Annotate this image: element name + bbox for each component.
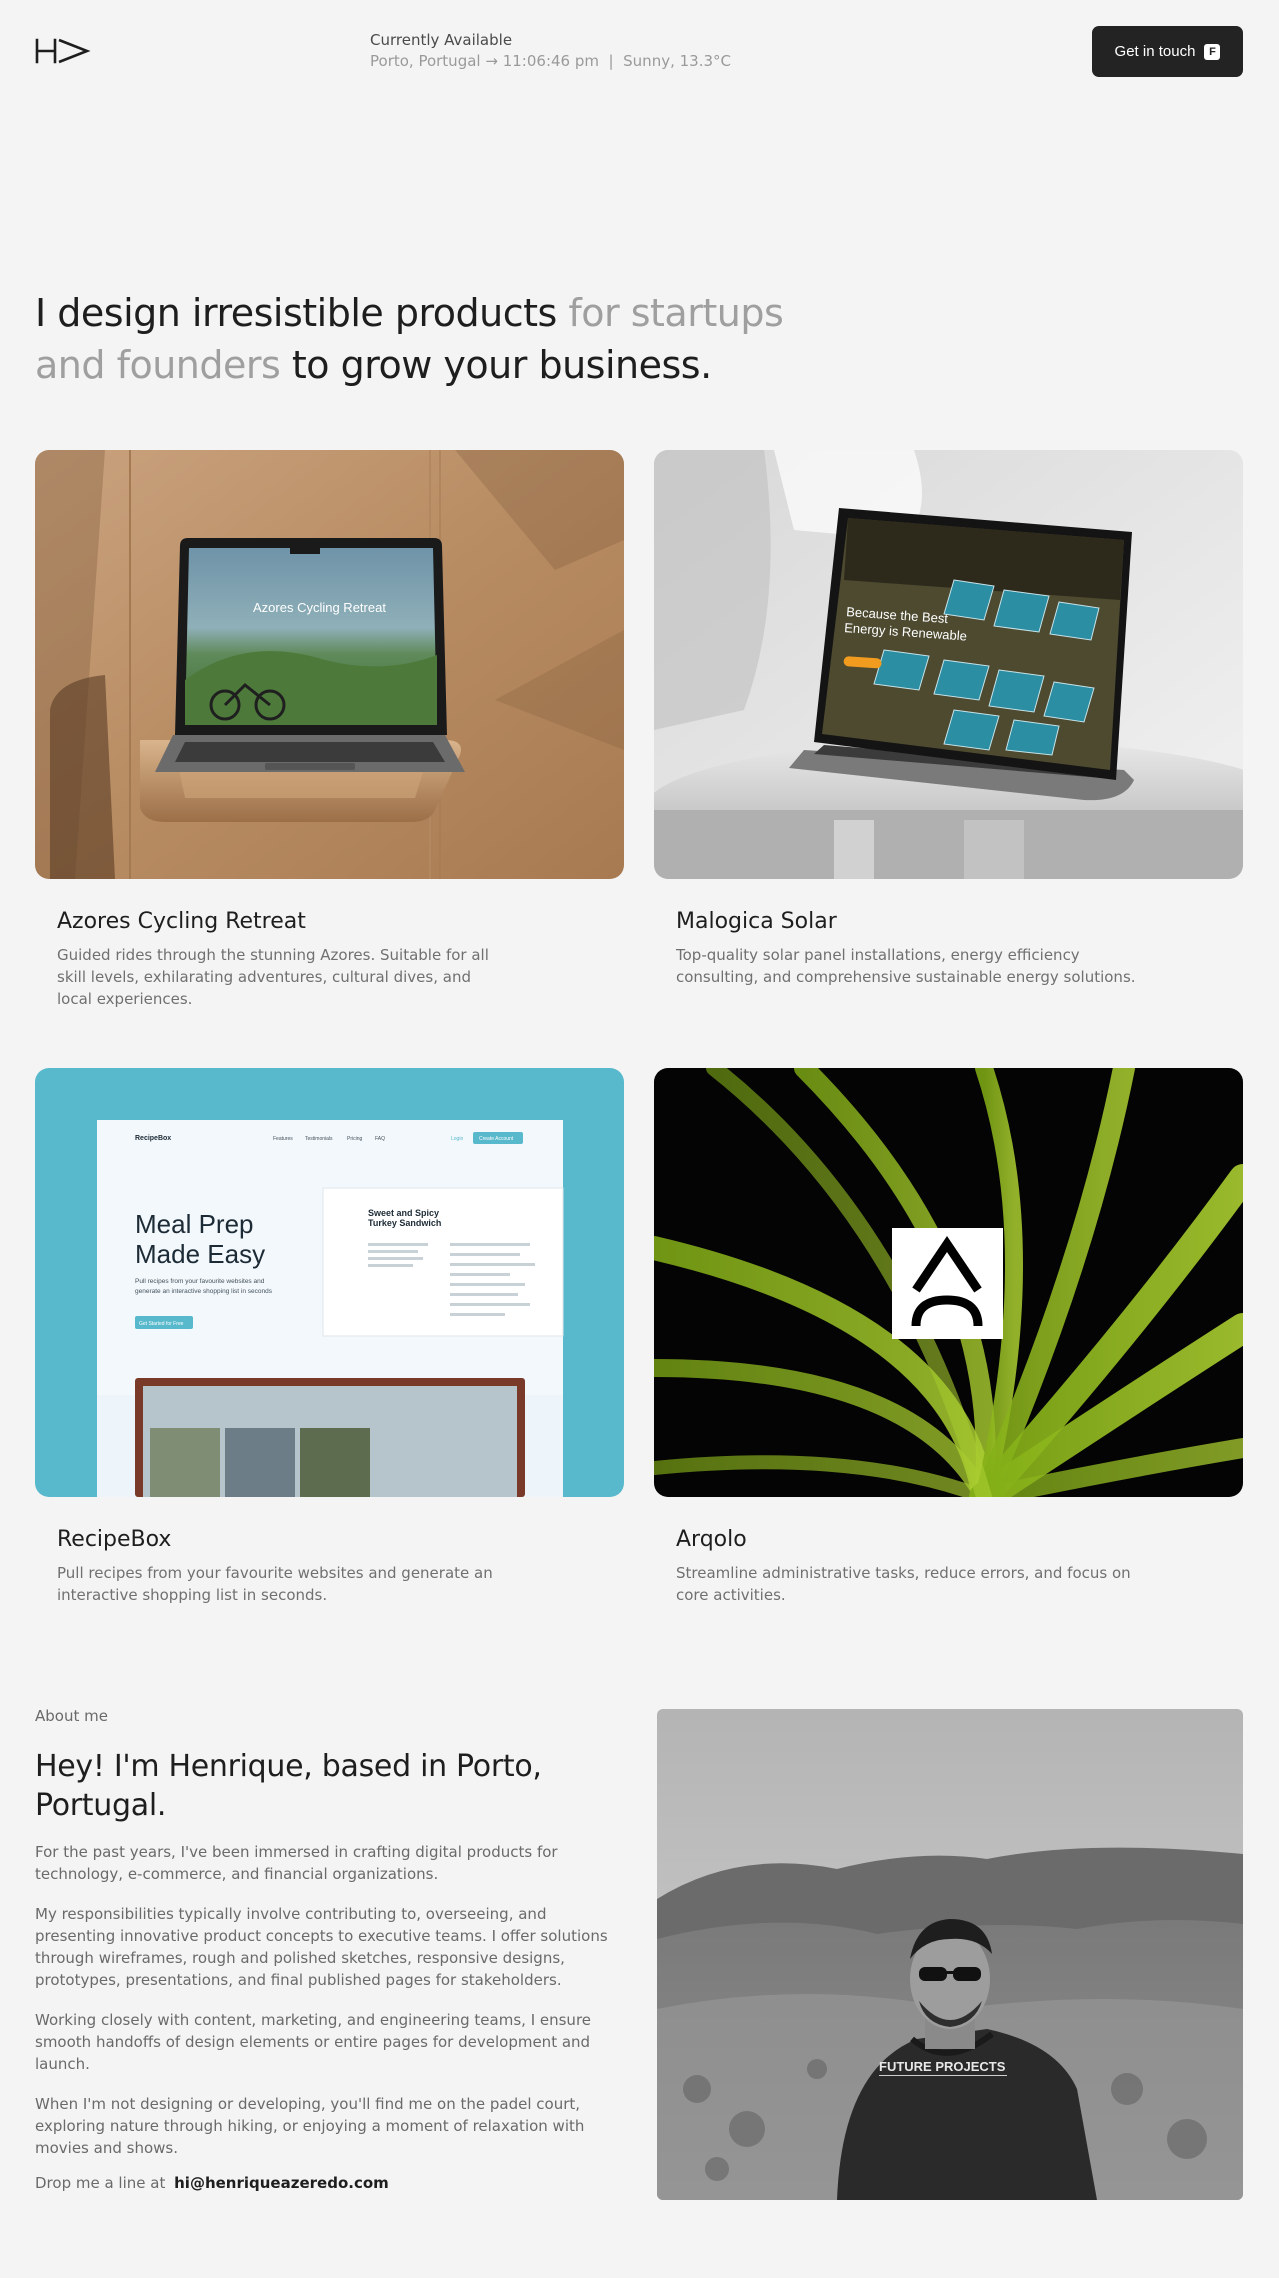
site-header: Currently Available Porto, Portugal → 11…: [0, 0, 1279, 100]
project-description: Pull recipes from your favourite website…: [57, 1564, 493, 1604]
recipebox-mock-recipe-2: Turkey Sandwich: [368, 1218, 441, 1228]
project-card-arqolo[interactable]: Arqolo Streamline administrative tasks, …: [654, 1068, 1243, 1606]
weather: Sunny, 13.3°C: [623, 52, 731, 70]
recipebox-mock-sub-2: generate an interactive shopping list in…: [135, 1288, 273, 1295]
project-description: Top-quality solar panel installations, e…: [676, 946, 1136, 986]
location: Porto, Portugal: [370, 52, 481, 70]
hero-headline: I design irresistible products for start…: [35, 287, 795, 391]
about-section: About me Hey! I'm Henrique, based in Por…: [35, 1707, 620, 2192]
about-paragraph-1: For the past years, I've been immersed i…: [35, 1843, 558, 1883]
email-link[interactable]: hi@henriqueazeredo.com: [174, 2174, 389, 2192]
project-card-azores[interactable]: Azores Cycling Retreat Azores Cycling Re…: [35, 450, 624, 1010]
about-paragraph-4: When I'm not designing or developing, yo…: [35, 2095, 585, 2157]
recipebox-mock-nav-3: Pricing: [347, 1136, 363, 1142]
about-label: About me: [35, 1707, 108, 1725]
availability-title: Currently Available: [370, 31, 513, 49]
recipebox-mock-nav-2: Testimonials: [305, 1136, 333, 1142]
hd-monogram-logo-icon[interactable]: [35, 36, 91, 66]
recipebox-mock-recipe-1: Sweet and Spicy: [368, 1208, 439, 1218]
contact-line: Drop me a line at hi@henriqueazeredo.com: [35, 2174, 620, 2192]
recipebox-mock-signup: Create Account: [479, 1136, 514, 1142]
local-time: 11:06:46 pm: [502, 52, 599, 70]
separator: |: [608, 52, 614, 70]
recipebox-mock-sub-1: Pull recipes from your favourite website…: [135, 1278, 265, 1285]
about-heading: Hey! I'm Henrique, based in Porto, Portu…: [35, 1749, 542, 1823]
arqolo-project-image[interactable]: [654, 1068, 1243, 1497]
project-title[interactable]: RecipeBox: [57, 1527, 624, 1552]
azores-project-image[interactable]: Azores Cycling Retreat: [35, 450, 624, 879]
project-title[interactable]: Azores Cycling Retreat: [57, 909, 624, 934]
recipebox-mock-headline-2: Made Easy: [135, 1239, 265, 1269]
project-description: Streamline administrative tasks, reduce …: [676, 1564, 1131, 1604]
about-paragraph-3: Working closely with content, marketing,…: [35, 2011, 592, 2073]
keyboard-shortcut-badge: F: [1204, 43, 1221, 60]
hero-part-1: I design irresistible products: [35, 291, 557, 335]
arrow-icon: →: [485, 52, 498, 70]
get-in-touch-label: Get in touch: [1114, 43, 1196, 60]
recipebox-mock-nav-1: Features: [273, 1136, 293, 1142]
recipebox-mock-brand: RecipeBox: [135, 1135, 171, 1142]
recipebox-project-image[interactable]: RecipeBox Features Testimonials Pricing …: [35, 1068, 624, 1497]
availability-status: Currently Available Porto, Portugal → 11…: [370, 30, 731, 72]
project-card-recipebox[interactable]: RecipeBox Features Testimonials Pricing …: [35, 1068, 624, 1606]
recipebox-mock-login: Login: [451, 1136, 463, 1142]
azores-mock-headline: Azores Cycling Retreat: [253, 600, 386, 615]
hero-part-3: to grow your business.: [291, 343, 712, 387]
about-paragraph-2: My responsibilities typically involve co…: [35, 1905, 608, 1989]
recipebox-mock-nav-4: FAQ: [375, 1136, 385, 1142]
malogica-project-image[interactable]: Because the Best Energy is Renewable: [654, 450, 1243, 879]
portrait-photo: FUTURE PROJECTS: [657, 1709, 1243, 2200]
hoodie-text: FUTURE PROJECTS: [879, 2059, 1006, 2074]
get-in-touch-button[interactable]: Get in touch F: [1092, 26, 1243, 77]
project-title[interactable]: Malogica Solar: [676, 909, 1243, 934]
project-title[interactable]: Arqolo: [676, 1527, 1243, 1552]
location-time-weather: Porto, Portugal → 11:06:46 pm | Sunny, 1…: [370, 51, 731, 72]
recipebox-mock-headline-1: Meal Prep: [135, 1209, 254, 1239]
project-card-malogica[interactable]: Because the Best Energy is Renewable Mal…: [654, 450, 1243, 988]
drop-label: Drop me a line at: [35, 2174, 166, 2192]
recipebox-mock-button: Get Started for Free: [139, 1321, 184, 1327]
project-description: Guided rides through the stunning Azores…: [57, 946, 489, 1008]
